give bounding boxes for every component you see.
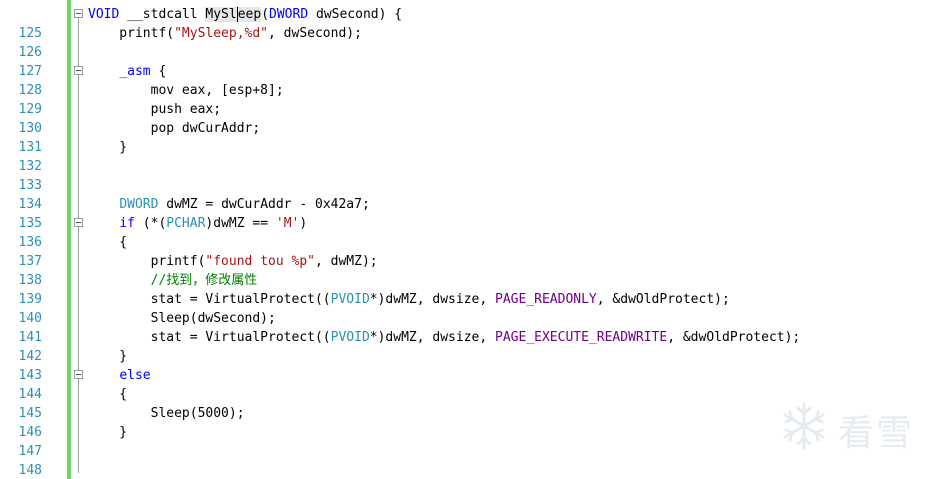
line-text[interactable]: DWORD dwMZ = dwCurAddr - 0x42a7; — [88, 195, 369, 214]
watermark-text: 看雪 — [838, 413, 915, 454]
line-text[interactable]: pop dwCurAddr; — [88, 119, 261, 138]
line-text[interactable]: Sleep(5000); — [88, 404, 245, 423]
code-line[interactable]: 127 — [0, 43, 947, 79]
code-line[interactable]: 129 mov eax, [esp+8]; — [0, 81, 947, 117]
code-line[interactable]: 143 } — [0, 347, 947, 383]
line-text[interactable]: } — [88, 423, 127, 442]
code-line[interactable]: 137 { — [0, 233, 947, 269]
code-editor[interactable]: 125 VOID __stdcall MySleep(DWORD dwSecon… — [0, 0, 947, 479]
line-text[interactable]: else — [88, 366, 150, 385]
kanxue-watermark: 看雪 — [778, 398, 928, 454]
code-line[interactable]: 140 stat = VirtualProtect((PVOID*)dwMZ, … — [0, 290, 947, 326]
collapse-icon[interactable] — [74, 218, 83, 227]
line-text[interactable]: //找到，修改属性 — [88, 271, 258, 290]
code-line[interactable]: 134 — [0, 176, 947, 212]
code-line[interactable]: 138 printf("found tou %p", dwMZ); — [0, 252, 947, 288]
line-text[interactable]: VOID __stdcall MySleep(DWORD dwSecond) { — [88, 5, 402, 24]
code-line[interactable]: 126 printf("MySleep,%d", dwSecond); — [0, 24, 947, 60]
snowflake-icon — [783, 402, 825, 450]
line-text[interactable]: push eax; — [88, 100, 221, 119]
code-line[interactable]: 135 DWORD dwMZ = dwCurAddr - 0x42a7; — [0, 195, 947, 231]
line-text[interactable]: { — [88, 385, 127, 404]
code-line[interactable]: 131 pop dwCurAddr; — [0, 119, 947, 155]
line-text[interactable]: printf("MySleep,%d", dwSecond); — [88, 24, 362, 43]
code-line[interactable]: 133 — [0, 157, 947, 193]
line-text[interactable]: printf("found tou %p", dwMZ); — [88, 252, 378, 271]
code-line[interactable]: 130 push eax; — [0, 100, 947, 136]
code-line[interactable]: 149 — [0, 461, 947, 479]
code-line[interactable]: 125 VOID __stdcall MySleep(DWORD dwSecon… — [0, 5, 947, 41]
code-line[interactable]: 132 } — [0, 138, 947, 174]
code-line[interactable]: 128 _asm { — [0, 62, 947, 98]
collapse-icon[interactable] — [74, 66, 83, 75]
code-line[interactable]: 144 else — [0, 366, 947, 402]
collapse-icon[interactable] — [74, 370, 83, 379]
line-text[interactable]: _asm { — [88, 62, 166, 81]
line-text[interactable]: stat = VirtualProtect((PVOID*)dwMZ, dwsi… — [88, 328, 801, 347]
line-text[interactable]: { — [88, 233, 127, 252]
line-text[interactable]: if (*(PCHAR)dwMZ == 'M') — [88, 214, 307, 233]
line-text[interactable]: } — [88, 347, 127, 366]
code-line[interactable]: 141 Sleep(dwSecond); — [0, 309, 947, 345]
collapse-icon[interactable] — [74, 9, 83, 18]
line-text[interactable]: } — [88, 138, 127, 157]
code-line[interactable]: 142 stat = VirtualProtect((PVOID*)dwMZ, … — [0, 328, 947, 364]
line-text[interactable]: Sleep(dwSecond); — [88, 309, 276, 328]
line-text[interactable]: stat = VirtualProtect((PVOID*)dwMZ, dwsi… — [88, 290, 730, 309]
line-text[interactable]: mov eax, [esp+8]; — [88, 81, 284, 100]
code-line[interactable]: 136 if (*(PCHAR)dwMZ == 'M') — [0, 214, 947, 250]
code-line[interactable]: 139 //找到，修改属性 — [0, 271, 947, 307]
